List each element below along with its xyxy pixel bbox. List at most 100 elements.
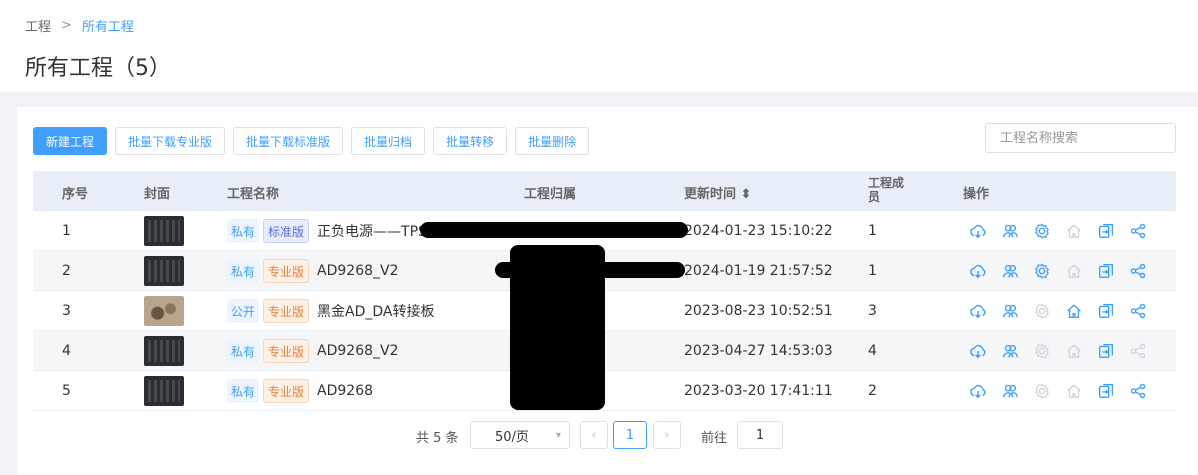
page-header bbox=[0, 0, 1198, 92]
gear-icon bbox=[1032, 301, 1052, 321]
transfer-icon[interactable] bbox=[1096, 261, 1116, 281]
chevron-down-icon: ▾ bbox=[555, 430, 561, 441]
row-actions bbox=[968, 341, 1148, 361]
breadcrumb-root[interactable]: 工程 bbox=[25, 16, 51, 35]
batch-delete-button[interactable]: 批量删除 bbox=[515, 127, 590, 155]
edition-tag: 标准版 bbox=[263, 219, 310, 243]
redaction-mark bbox=[420, 222, 688, 238]
members-icon[interactable] bbox=[1000, 221, 1020, 241]
transfer-icon[interactable] bbox=[1096, 301, 1116, 321]
updated-time: 2023-08-23 10:52:51 bbox=[684, 303, 833, 319]
breadcrumb: 工程 > 所有工程 bbox=[25, 16, 134, 35]
project-name-link[interactable]: AD9268 bbox=[317, 383, 373, 399]
header-members: 工程成员 bbox=[868, 176, 905, 204]
pagination-total: 共 5 条 bbox=[416, 431, 459, 446]
members-icon[interactable] bbox=[1000, 301, 1020, 321]
goto-page-input[interactable] bbox=[737, 421, 783, 449]
cover-thumbnail[interactable] bbox=[144, 251, 184, 291]
members-count-link[interactable]: 3 bbox=[868, 291, 877, 331]
home-icon bbox=[1064, 221, 1084, 241]
page-size-value: 50/页 bbox=[495, 429, 529, 445]
gear-icon bbox=[1032, 381, 1052, 401]
members-icon[interactable] bbox=[1000, 381, 1020, 401]
page-number-current[interactable]: 1 bbox=[613, 421, 647, 449]
prev-page-button[interactable]: ‹ bbox=[580, 421, 608, 449]
transfer-icon[interactable] bbox=[1096, 341, 1116, 361]
cloud-download-icon[interactable] bbox=[968, 341, 988, 361]
toolbar: 新建工程 批量下载专业版 批量下载标准版 批量归档 批量转移 批量删除 bbox=[33, 127, 590, 155]
breadcrumb-separator: > bbox=[61, 18, 72, 33]
project-name-link[interactable]: 黑金AD_DA转接板 bbox=[317, 301, 434, 321]
row-index: 3 bbox=[62, 303, 71, 319]
project-cover-image[interactable] bbox=[144, 256, 184, 286]
gear-icon bbox=[1032, 341, 1052, 361]
updated-time: 2023-03-20 17:41:11 bbox=[684, 383, 833, 399]
gear-icon[interactable] bbox=[1032, 261, 1052, 281]
project-cover-image[interactable] bbox=[144, 216, 184, 246]
members-count-link[interactable]: 1 bbox=[868, 211, 877, 251]
cloud-download-icon[interactable] bbox=[968, 301, 988, 321]
project-cover-image[interactable] bbox=[144, 336, 184, 366]
cloud-download-icon[interactable] bbox=[968, 221, 988, 241]
row-index: 5 bbox=[62, 383, 71, 399]
visibility-tag: 公开 bbox=[227, 299, 260, 323]
batch-download-std-button[interactable]: 批量下载标准版 bbox=[233, 127, 344, 155]
visibility-tag: 私有 bbox=[227, 259, 260, 283]
cover-thumbnail[interactable] bbox=[144, 211, 184, 251]
batch-download-pro-button[interactable]: 批量下载专业版 bbox=[115, 127, 226, 155]
project-name-link[interactable]: AD9268_V2 bbox=[317, 343, 398, 359]
page-size-select[interactable]: 50/页 ▾ bbox=[470, 421, 570, 449]
visibility-tag: 私有 bbox=[227, 339, 260, 363]
batch-archive-button[interactable]: 批量归档 bbox=[351, 127, 426, 155]
project-cover-image[interactable] bbox=[144, 296, 184, 326]
transfer-icon[interactable] bbox=[1096, 221, 1116, 241]
updated-time: 2024-01-23 15:10:22 bbox=[684, 223, 833, 239]
header-actions: 操作 bbox=[963, 187, 990, 202]
gear-icon[interactable] bbox=[1032, 221, 1052, 241]
members-count-link[interactable]: 1 bbox=[868, 251, 877, 291]
next-page-button[interactable]: › bbox=[653, 421, 681, 449]
row-actions bbox=[968, 301, 1148, 321]
members-icon[interactable] bbox=[1000, 261, 1020, 281]
cloud-download-icon[interactable] bbox=[968, 261, 988, 281]
updated-time: 2024-01-19 21:57:52 bbox=[684, 263, 833, 279]
home-icon[interactable] bbox=[1064, 301, 1084, 321]
edition-tag: 专业版 bbox=[263, 379, 310, 403]
share-icon[interactable] bbox=[1128, 261, 1148, 281]
row-index: 1 bbox=[62, 223, 71, 239]
updated-time: 2023-04-27 14:53:03 bbox=[684, 343, 833, 359]
share-icon[interactable] bbox=[1128, 301, 1148, 321]
cloud-download-icon[interactable] bbox=[968, 381, 988, 401]
project-cover-image[interactable] bbox=[144, 376, 184, 406]
share-icon bbox=[1128, 341, 1148, 361]
cover-thumbnail[interactable] bbox=[144, 291, 184, 331]
share-icon[interactable] bbox=[1128, 221, 1148, 241]
goto-label: 前往 bbox=[701, 431, 728, 446]
members-count-link[interactable]: 2 bbox=[868, 371, 877, 411]
visibility-tag: 私有 bbox=[227, 379, 260, 403]
edition-tag: 专业版 bbox=[263, 259, 310, 283]
edition-tag: 专业版 bbox=[263, 339, 310, 363]
breadcrumb-current[interactable]: 所有工程 bbox=[82, 16, 134, 35]
row-actions bbox=[968, 221, 1148, 241]
redaction-mark bbox=[510, 245, 605, 410]
new-project-button[interactable]: 新建工程 bbox=[33, 127, 108, 155]
edition-tag: 专业版 bbox=[263, 299, 310, 323]
share-icon[interactable] bbox=[1128, 381, 1148, 401]
header-updated-sortable[interactable]: 更新时间 ⬍ bbox=[684, 183, 751, 202]
visibility-tag: 私有 bbox=[227, 219, 260, 243]
transfer-icon[interactable] bbox=[1096, 381, 1116, 401]
pagination: 共 5 条 50/页 ▾ ‹ 1 › 前往 bbox=[0, 420, 1198, 450]
project-name-link[interactable]: AD9268_V2 bbox=[317, 263, 398, 279]
header-cover: 封面 bbox=[144, 187, 171, 202]
row-index: 4 bbox=[62, 343, 71, 359]
cover-thumbnail[interactable] bbox=[144, 331, 184, 371]
page-title: 所有工程（5） bbox=[25, 56, 171, 81]
members-icon[interactable] bbox=[1000, 341, 1020, 361]
home-icon bbox=[1064, 261, 1084, 281]
batch-transfer-button[interactable]: 批量转移 bbox=[433, 127, 508, 155]
cover-thumbnail[interactable] bbox=[144, 371, 184, 411]
project-search-input[interactable] bbox=[985, 123, 1176, 153]
home-icon bbox=[1064, 381, 1084, 401]
members-count-link[interactable]: 4 bbox=[868, 331, 877, 371]
